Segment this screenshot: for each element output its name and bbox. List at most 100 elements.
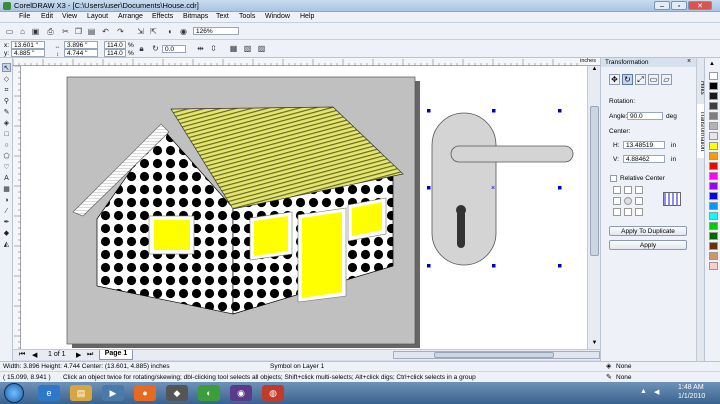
menu-layout[interactable]: Layout — [87, 13, 108, 20]
menu-arrange[interactable]: Arrange — [118, 13, 143, 20]
scroll-up-icon[interactable]: ▲ — [590, 66, 599, 75]
rotation-field[interactable]: 0.0 — [162, 45, 186, 53]
palette-swatch[interactable] — [709, 202, 718, 210]
height-field[interactable]: 4.744 " — [64, 49, 98, 57]
palette-swatch[interactable] — [709, 172, 718, 180]
vscroll-thumb[interactable] — [590, 106, 599, 256]
media-taskbar-icon[interactable]: ▶ — [102, 385, 124, 401]
tray-network-icon[interactable]: ▲ — [640, 388, 647, 395]
horizontal-ruler[interactable]: inches — [13, 58, 600, 66]
scale-width-field[interactable]: 114.0 — [104, 41, 126, 49]
interactive-blend-icon[interactable]: ◑ — [2, 196, 11, 205]
first-page-icon[interactable]: ⏮ — [19, 351, 25, 359]
freehand-tool-icon[interactable]: ✎ — [2, 108, 11, 117]
import-icon[interactable]: ⇲ — [135, 26, 146, 37]
eyedropper-icon[interactable]: ⁄ — [2, 207, 11, 216]
mirror-vertical-icon[interactable]: ⇳ — [208, 43, 219, 54]
vertical-scrollbar[interactable]: ▲ ▼ — [587, 66, 600, 349]
center-h-field[interactable]: 13.48519 — [623, 141, 665, 149]
ie-taskbar-icon[interactable]: e — [38, 385, 60, 401]
start-button-icon[interactable] — [4, 383, 24, 403]
explorer-taskbar-icon[interactable]: ▤ — [70, 385, 92, 401]
zoom-select[interactable]: 126% — [193, 27, 239, 35]
lock-ratio-icon[interactable]: 🔒︎ — [136, 43, 147, 54]
center-v-field[interactable]: 4.88462 — [623, 155, 665, 163]
palette-swatch[interactable] — [709, 252, 718, 260]
angle-field[interactable]: 90.0 — [627, 112, 663, 120]
palette-swatch[interactable] — [709, 122, 718, 130]
app-launcher-icon[interactable]: ◐ — [165, 26, 176, 37]
new-icon[interactable]: ▭ — [4, 26, 15, 37]
scale-height-field[interactable]: 114.0 — [104, 49, 126, 57]
palette-swatch[interactable] — [709, 152, 718, 160]
ungroup-all-icon[interactable]: ▨ — [256, 43, 267, 54]
text-tool-icon[interactable]: A — [2, 174, 11, 183]
open-icon[interactable]: ⌂ — [17, 26, 28, 37]
app-taskbar-icon[interactable]: ◆ — [166, 385, 188, 401]
ellipse-tool-icon[interactable]: ○ — [2, 141, 11, 150]
menu-bitmaps[interactable]: Bitmaps — [183, 13, 208, 20]
palette-scroll-up-icon[interactable]: ▲ — [709, 61, 715, 67]
palette-swatch[interactable] — [709, 192, 718, 200]
menu-effects[interactable]: Effects — [152, 13, 173, 20]
x-position-field[interactable]: 13.601 " — [11, 41, 45, 49]
docker-close-icon[interactable]: × — [687, 58, 691, 65]
drawing-canvas[interactable]: × — [21, 66, 587, 349]
menu-file[interactable]: File — [19, 13, 30, 20]
restore-button[interactable]: ▫ — [671, 1, 687, 10]
next-page-icon[interactable]: ▶ — [76, 351, 81, 359]
relative-center-checkbox[interactable] — [610, 175, 617, 182]
coreldraw-taskbar-icon[interactable]: ◐ — [198, 385, 220, 401]
close-button[interactable]: ✕ — [688, 1, 712, 10]
palette-swatch[interactable] — [709, 182, 718, 190]
scale-mode-icon[interactable]: ⤢ — [635, 74, 646, 85]
corel-online-icon[interactable]: ◉ — [178, 26, 189, 37]
prev-page-icon[interactable]: ◀ — [32, 351, 37, 359]
door-handle-symbol[interactable]: × — [427, 109, 574, 268]
outline-tool-icon[interactable]: ✒ — [2, 218, 11, 227]
palette-swatch[interactable] — [709, 142, 718, 150]
basic-shapes-icon[interactable]: ♡ — [2, 163, 11, 172]
page-tab[interactable]: Page 1 — [99, 350, 133, 360]
table-tool-icon[interactable]: ▦ — [2, 185, 11, 194]
palette-swatch[interactable] — [709, 132, 718, 140]
print-icon[interactable]: ⎙ — [45, 26, 56, 37]
vertical-ruler[interactable] — [13, 65, 21, 349]
zoom-tool-icon[interactable]: ⚲ — [2, 97, 11, 106]
menu-tools[interactable]: Tools — [239, 13, 255, 20]
palette-swatch[interactable] — [709, 82, 718, 90]
palette-swatch[interactable] — [709, 92, 718, 100]
group-icon[interactable]: ▦ — [228, 43, 239, 54]
smart-fill-icon[interactable]: ◈ — [2, 119, 11, 128]
scroll-down-icon[interactable]: ▼ — [590, 340, 599, 349]
rotate-mode-icon[interactable]: ↻ — [622, 74, 633, 85]
menu-text[interactable]: Text — [216, 13, 229, 20]
width-field[interactable]: 3.896 " — [64, 41, 98, 49]
redo-icon[interactable]: ↷ — [115, 26, 126, 37]
menu-window[interactable]: Window — [265, 13, 290, 20]
export-icon[interactable]: ⇱ — [148, 26, 159, 37]
palette-swatch[interactable] — [709, 242, 718, 250]
app3-taskbar-icon[interactable]: ◍ — [262, 385, 284, 401]
palette-swatch[interactable] — [709, 222, 718, 230]
menu-edit[interactable]: Edit — [41, 13, 53, 20]
skew-mode-icon[interactable]: ▱ — [661, 74, 672, 85]
cut-icon[interactable]: ✂ — [60, 26, 71, 37]
shape-tool-icon[interactable]: ◇ — [2, 75, 11, 84]
crop-tool-icon[interactable]: ⌗ — [2, 86, 11, 95]
palette-swatch[interactable] — [709, 102, 718, 110]
anchor-grid[interactable] — [613, 186, 647, 216]
interactive-fill-icon[interactable]: ◭ — [2, 240, 11, 249]
y-position-field[interactable]: 4.885 " — [11, 49, 45, 57]
polygon-tool-icon[interactable]: ⬠ — [2, 152, 11, 161]
ungroup-icon[interactable]: ▧ — [242, 43, 253, 54]
palette-swatch[interactable] — [709, 232, 718, 240]
palette-swatch[interactable] — [709, 212, 718, 220]
apply-button[interactable]: Apply — [609, 240, 687, 250]
fill-tool-icon[interactable]: ◆ — [2, 229, 11, 238]
palette-swatch[interactable] — [709, 162, 718, 170]
size-mode-icon[interactable]: ▭ — [648, 74, 659, 85]
palette-swatch[interactable] — [709, 72, 718, 80]
hscroll-thumb[interactable] — [434, 352, 554, 358]
mirror-horizontal-icon[interactable]: ⇹ — [195, 43, 206, 54]
